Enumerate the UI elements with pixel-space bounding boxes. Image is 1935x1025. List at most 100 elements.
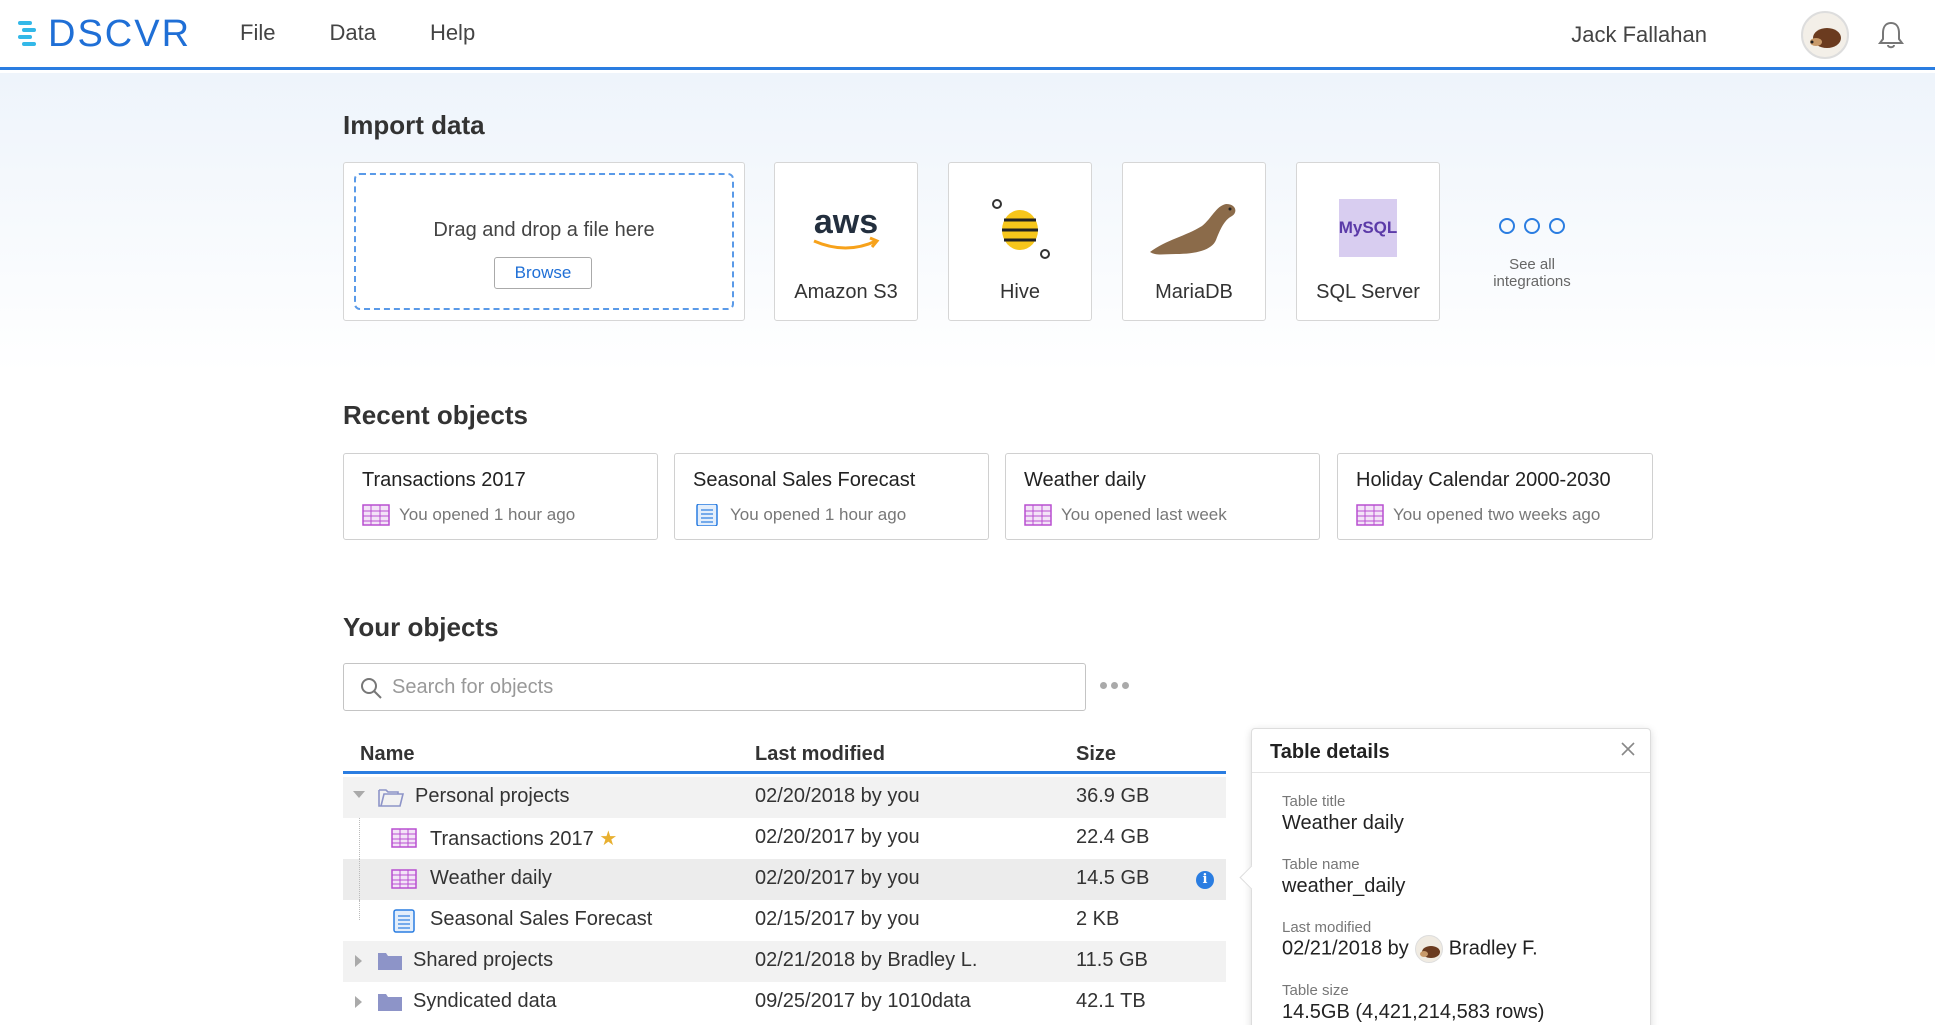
- star-icon[interactable]: ★: [599, 828, 617, 850]
- table-row[interactable]: Shared projects 02/21/2018 by Bradley L.…: [343, 941, 1226, 982]
- recent-card[interactable]: Seasonal Sales Forecast You opened 1 hou…: [674, 453, 989, 540]
- recent-card-title: Transactions 2017: [362, 469, 526, 491]
- spreadsheet-icon: [696, 504, 718, 526]
- row-modified: 02/21/2018 by Bradley L.: [755, 949, 978, 971]
- import-data-title: Import data: [343, 110, 485, 140]
- row-name: Weather daily: [430, 867, 552, 889]
- search-icon: [361, 678, 382, 699]
- chevron-down-icon[interactable]: [353, 791, 365, 798]
- user-name[interactable]: Jack Fallahan: [1571, 22, 1707, 48]
- row-size: 11.5 GB: [1076, 949, 1148, 971]
- recent-card[interactable]: Weather daily You opened last week: [1005, 453, 1320, 540]
- see-all-integrations[interactable]: See all integrations: [1470, 218, 1594, 290]
- row-size: 2 KB: [1076, 908, 1120, 930]
- info-icon[interactable]: i: [1196, 871, 1214, 889]
- table-details-panel: Table details Table title Weather daily …: [1251, 728, 1651, 1025]
- table-row[interactable]: Seasonal Sales Forecast 02/15/2017 by yo…: [343, 900, 1226, 941]
- details-header: Table details: [1252, 729, 1650, 773]
- folder-icon: [378, 994, 402, 1011]
- row-name: Seasonal Sales Forecast: [430, 908, 653, 930]
- table-icon: [1024, 504, 1052, 526]
- field-value: 14.5GB (4,421,214,583 rows): [1282, 1001, 1545, 1023]
- integration-amazon-s3[interactable]: aws Amazon S3: [774, 162, 918, 321]
- chevron-right-icon[interactable]: [355, 996, 362, 1008]
- logo-mark-icon: [18, 21, 36, 46]
- recent-card-subtitle: You opened two weeks ago: [1393, 505, 1601, 524]
- table-header: Name Last modified Size: [343, 740, 1226, 774]
- your-objects-title: Your objects: [343, 612, 499, 642]
- row-size: 36.9 GB: [1076, 785, 1150, 807]
- top-header: DSCVR File Data Help Jack Fallahan: [0, 0, 1935, 70]
- row-name: Syndicated data: [413, 990, 557, 1012]
- table-row[interactable]: Syndicated data 09/25/2017 by 1010data 4…: [343, 982, 1226, 1023]
- row-name: Shared projects: [413, 949, 554, 971]
- spreadsheet-icon: [393, 909, 415, 933]
- close-icon[interactable]: [1620, 741, 1636, 757]
- notification-bell-icon[interactable]: [1877, 20, 1905, 50]
- dscvr-logo[interactable]: DSCVR: [18, 12, 192, 55]
- integration-label: Amazon S3: [794, 281, 898, 303]
- user-avatar[interactable]: [1801, 11, 1849, 59]
- recent-objects-title: Recent objects: [343, 400, 528, 430]
- row-size: 22.4 GB: [1076, 826, 1150, 848]
- table-icon: [391, 869, 417, 889]
- recent-card[interactable]: Holiday Calendar 2000-2030 You opened tw…: [1337, 453, 1653, 540]
- logo-text: DSCVR: [48, 12, 192, 55]
- row-size: 42.1 TB: [1076, 990, 1146, 1012]
- integration-label: Hive: [999, 281, 1040, 303]
- field-label: Table size: [1282, 982, 1349, 999]
- chevron-right-icon[interactable]: [355, 955, 362, 967]
- table-row[interactable]: Transactions 2017 ★ 02/20/2017 by you 22…: [343, 818, 1226, 859]
- column-header-name[interactable]: Name: [360, 743, 414, 766]
- integration-label: SQL Server: [1316, 281, 1420, 303]
- mysql-icon: MySQL: [1297, 193, 1439, 263]
- table-row[interactable]: Personal projects 02/20/2018 by you 36.9…: [343, 777, 1226, 818]
- tree-connector: [359, 900, 360, 920]
- tree-connector: [359, 859, 360, 900]
- recent-card-subtitle: You opened 1 hour ago: [730, 505, 907, 524]
- field-label: Last modified: [1282, 919, 1372, 936]
- field-value: Weather daily: [1282, 812, 1404, 834]
- recent-card[interactable]: Transactions 2017 You opened 1 hour ago: [343, 453, 658, 540]
- column-header-modified[interactable]: Last modified: [755, 743, 885, 766]
- hedgehog-avatar-icon: [1810, 28, 1841, 48]
- table-icon: [1356, 504, 1384, 526]
- search-box: [343, 663, 1086, 711]
- tree-connector: [359, 818, 360, 859]
- row-size: 14.5 GB: [1076, 867, 1150, 889]
- folder-open-icon: [378, 789, 404, 807]
- main-nav: File Data Help: [240, 20, 529, 46]
- nav-file[interactable]: File: [240, 20, 275, 46]
- search-input[interactable]: [392, 672, 1072, 702]
- nav-help[interactable]: Help: [430, 20, 475, 46]
- recent-card-title: Seasonal Sales Forecast: [693, 469, 916, 491]
- user-avatar-small: [1414, 935, 1443, 963]
- mysql-logo-text: MySQL: [1339, 218, 1397, 237]
- column-header-size[interactable]: Size: [1076, 743, 1116, 766]
- folder-icon: [378, 953, 402, 970]
- file-drop-zone[interactable]: Drag and drop a file here Browse: [343, 162, 745, 321]
- aws-logo-text: aws: [814, 203, 878, 241]
- row-modified: 02/20/2018 by you: [755, 785, 920, 807]
- integration-hive[interactable]: Hive: [948, 162, 1092, 321]
- row-name: Personal projects: [415, 785, 570, 807]
- table-row-selected[interactable]: Weather daily 02/20/2017 by you 14.5 GB …: [343, 859, 1226, 900]
- row-modified: 02/20/2017 by you: [755, 826, 920, 848]
- hive-icon: [949, 193, 1091, 263]
- drop-area-border: Drag and drop a file here Browse: [354, 173, 734, 310]
- field-label: Table title: [1282, 793, 1346, 810]
- more-options-icon[interactable]: [1100, 682, 1129, 689]
- nav-data[interactable]: Data: [329, 20, 375, 46]
- drop-instructions: Drag and drop a file here: [433, 219, 655, 241]
- row-modified: 09/25/2017 by 1010data: [755, 990, 971, 1012]
- more-circles-icon: [1470, 218, 1594, 234]
- browse-button[interactable]: Browse: [494, 257, 592, 289]
- details-title: Table details: [1270, 741, 1390, 763]
- table-icon: [391, 828, 417, 848]
- row-name: Transactions 2017 ★: [430, 828, 618, 850]
- row-modified: 02/15/2017 by you: [755, 908, 920, 930]
- integration-sql-server[interactable]: MySQL SQL Server: [1296, 162, 1440, 321]
- integration-mariadb[interactable]: MariaDB: [1122, 162, 1266, 321]
- field-value: 02/21/2018 by Bradley F.: [1282, 935, 1538, 963]
- recent-card-title: Holiday Calendar 2000-2030: [1356, 469, 1611, 491]
